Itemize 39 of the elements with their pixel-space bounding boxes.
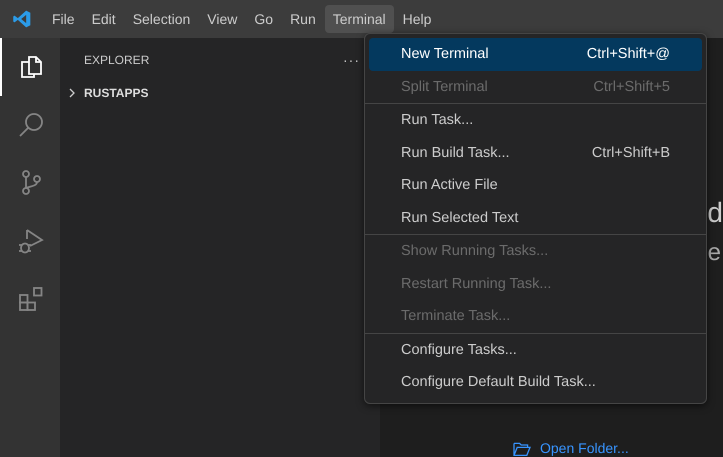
menu-item-label: Split Terminal bbox=[401, 78, 488, 95]
menu-item-label: Show Running Tasks... bbox=[401, 243, 548, 260]
welcome-subtitle: e bbox=[708, 238, 721, 268]
menu-item-label: Run Selected Text bbox=[401, 210, 518, 226]
shortcut-label: Ctrl+Shift+B bbox=[592, 144, 670, 161]
menu-item[interactable]: Run Selected Text bbox=[369, 202, 702, 234]
run-debug-icon[interactable] bbox=[17, 227, 45, 255]
app-logo-icon bbox=[12, 9, 32, 29]
search-icon[interactable] bbox=[17, 111, 45, 139]
menu-bar-item[interactable]: File bbox=[44, 5, 83, 33]
menu-item[interactable]: Run Task... bbox=[369, 104, 702, 136]
menu-bar-item[interactable]: View bbox=[199, 5, 246, 33]
menu-item-label: Run Task... bbox=[401, 112, 474, 128]
menu-item-label: Run Build Task... bbox=[401, 144, 510, 161]
menu-item[interactable]: New Terminal Ctrl+Shift+@ bbox=[369, 38, 702, 70]
menu-bar-item[interactable]: Edit bbox=[84, 5, 124, 33]
menu-bar-item[interactable]: Help bbox=[394, 5, 440, 33]
menu-bar-item[interactable]: Selection bbox=[124, 5, 198, 33]
extensions-icon[interactable] bbox=[17, 285, 45, 313]
menu-bar-item[interactable]: Run bbox=[282, 5, 324, 33]
shortcut-label: Ctrl+Shift+5 bbox=[593, 78, 670, 95]
menu-item-label: Configure Tasks... bbox=[401, 342, 517, 358]
sidebar-title: EXPLORER bbox=[84, 53, 150, 67]
menu-item-label: Run Active File bbox=[401, 177, 498, 194]
welcome-heading: d bbox=[707, 196, 723, 230]
menu-bar-item[interactable]: Terminal bbox=[324, 5, 394, 33]
menu-bar-item[interactable]: Go bbox=[246, 5, 282, 33]
menu-item-label: Terminate Task... bbox=[401, 308, 510, 324]
menu-item-label: New Terminal bbox=[401, 46, 489, 62]
menu-item[interactable]: Run Active File bbox=[369, 169, 702, 202]
shortcut-label: Ctrl+Shift+@ bbox=[586, 46, 670, 62]
menu-item-label: Configure Default Build Task... bbox=[401, 374, 596, 390]
more-actions-button[interactable]: ··· bbox=[343, 52, 360, 68]
menu-item-label: Restart Running Task... bbox=[401, 276, 552, 292]
open-folder-link[interactable]: Open Folder... bbox=[540, 440, 629, 457]
menu-item[interactable]: Configure Tasks... bbox=[369, 334, 702, 366]
folder-icon bbox=[512, 440, 532, 456]
menu-item[interactable]: Run Build Task... Ctrl+Shift+B bbox=[369, 136, 702, 169]
menu-item[interactable]: Configure Default Build Task... bbox=[369, 366, 702, 398]
